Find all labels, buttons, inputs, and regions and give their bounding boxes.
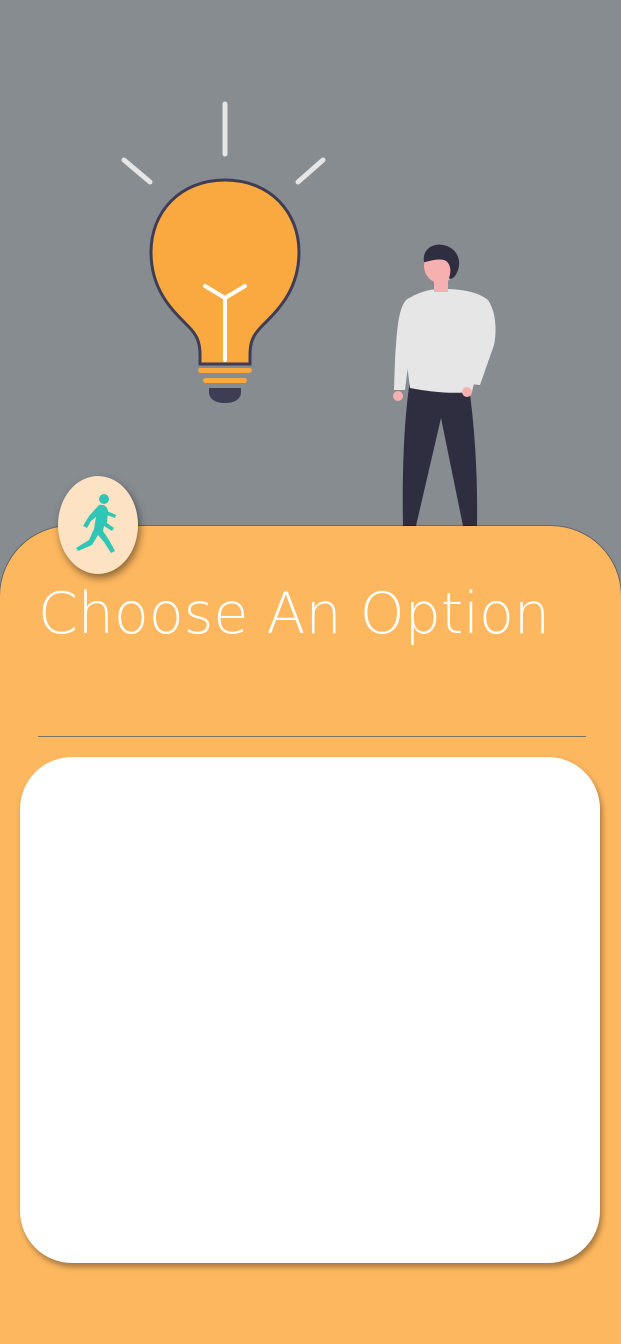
runner-icon [76, 494, 116, 553]
options-card[interactable] [20, 757, 600, 1263]
title-divider [38, 736, 586, 737]
page-title: Choose An Option [38, 581, 551, 647]
lightbulb-icon [149, 178, 301, 403]
person-illustration [393, 244, 496, 526]
light-rays [121, 101, 326, 185]
choose-option-screen: Choose An Option [0, 0, 621, 1344]
app-logo [58, 476, 138, 574]
idea-illustration [121, 101, 496, 526]
